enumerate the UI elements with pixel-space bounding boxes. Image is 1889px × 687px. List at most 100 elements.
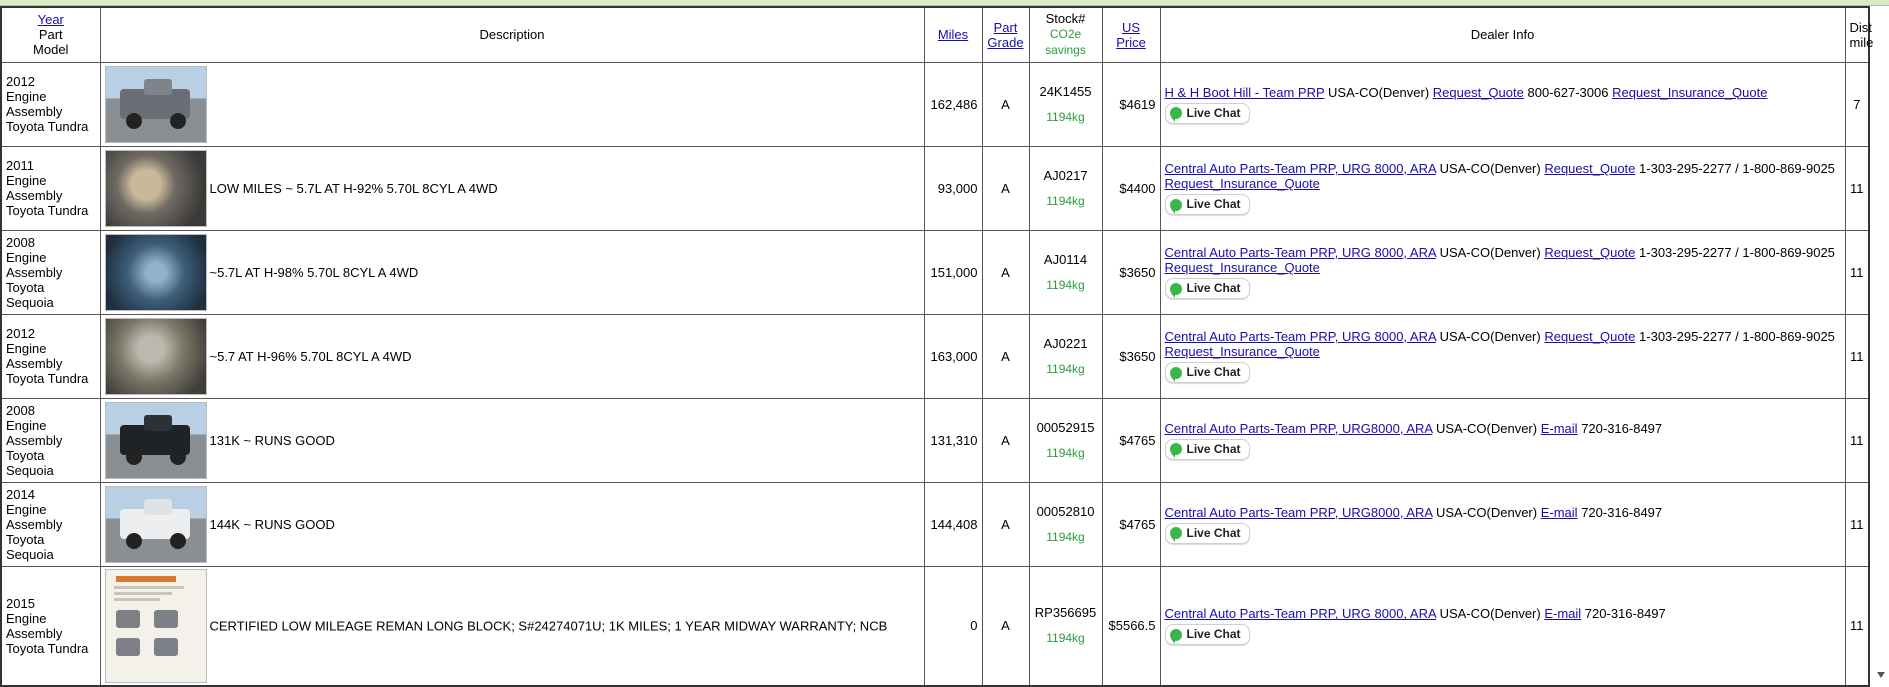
description-cell: LOW MILES ~ 5.7L AT H-92% 5.70L 8CYL A 4… (99, 145, 925, 231)
table-row: 2012 Engine Assembly Toyota Tundra ~5.7 AT … (0, 313, 1870, 399)
live-chat-button[interactable]: Live Chat (1164, 522, 1250, 544)
parts-results-table: Year Part Model Description Miles Part Gr… (0, 6, 1873, 687)
grade-cell: A (981, 61, 1030, 147)
year-part-model-cell: 2008 Engine Assembly Toyota Sequoia (0, 397, 101, 483)
miles-cell: 163,000 (923, 313, 983, 399)
stock-cell: RP356695 1194kg (1028, 565, 1103, 687)
engine-photo-thumbnail[interactable] (104, 317, 207, 395)
suv-photo-thumbnail[interactable] (104, 401, 207, 479)
sort-by-price-link[interactable]: US Price (1116, 20, 1146, 50)
stock-number: AJ0217 (1043, 167, 1088, 183)
request-quote-link[interactable]: Request_Quote (1433, 85, 1524, 100)
dealer-phone: 800-627-3006 (1527, 84, 1609, 100)
dealer-location: USA-CO(Denver) (1435, 504, 1538, 520)
dealer-info-cell: Central Auto Parts-Team PRP, URG 8000, A… (1159, 229, 1846, 315)
header-stock: Stock# CO2e savings (1028, 6, 1103, 63)
header-description: Description (99, 6, 925, 63)
distance-cell: 11 (1844, 397, 1870, 483)
vehicle-model: Toyota Sequoia (6, 447, 54, 478)
live-chat-label: Live Chat (1186, 525, 1241, 540)
stock-number: RP356695 (1034, 605, 1097, 621)
part-type: Engine Assembly (6, 501, 63, 532)
document-photo-thumbnail[interactable] (104, 568, 207, 683)
vehicle-model: Toyota Tundra (6, 640, 89, 656)
engine-photo-thumbnail[interactable] (104, 149, 207, 227)
chat-bubble-icon (1169, 107, 1182, 122)
dealer-phone: 720-316-8497 (1584, 606, 1666, 622)
stock-cell: 24K1455 1194kg (1028, 61, 1103, 147)
year-part-model-cell: 2011 Engine Assembly Toyota Tundra (0, 145, 101, 231)
table-row: 2008 Engine Assembly Toyota Sequoia ~5.7L A… (0, 229, 1870, 315)
live-chat-button[interactable]: Live Chat (1164, 362, 1250, 383)
live-chat-button[interactable]: Live Chat (1164, 194, 1250, 215)
part-year: 2015 (6, 595, 35, 611)
request-insurance-quote-link[interactable]: Request_Insurance_Quote (1165, 176, 1320, 191)
header-dist-line1: Dist (1849, 19, 1872, 35)
dealer-name-link[interactable]: Central Auto Parts-Team PRP, URG 8000, A… (1165, 161, 1436, 176)
request-insurance-quote-link[interactable]: Request_Insurance_Quote (1165, 260, 1320, 275)
price-cell: $4400 (1101, 145, 1161, 231)
header-dist-line2: mile (1849, 34, 1874, 50)
header-year-part-model: Year Part Model (0, 6, 101, 63)
part-type: Engine Assembly (6, 173, 63, 203)
request-quote-link[interactable]: E-mail (1544, 606, 1581, 621)
stock-cell: 00052915 1194kg (1028, 397, 1103, 483)
table-header-row: Year Part Model Description Miles Part Gr… (0, 6, 1873, 63)
dealer-phone: 1-303-295-2277 / 1-800-869-9025 (1639, 161, 1835, 176)
live-chat-button[interactable]: Live Chat (1164, 438, 1250, 460)
part-type: Engine Assembly (6, 610, 63, 641)
part-type: Engine Assembly (6, 417, 63, 448)
request-quote-link[interactable]: Request_Quote (1544, 161, 1635, 176)
grade-cell: A (981, 397, 1030, 483)
live-chat-button[interactable]: Live Chat (1164, 102, 1250, 124)
price-cell: $3650 (1101, 229, 1161, 315)
dealer-name-link[interactable]: Central Auto Parts-Team PRP, URG 8000, A… (1165, 606, 1436, 621)
live-chat-label: Live Chat (1186, 197, 1241, 211)
live-chat-button[interactable]: Live Chat (1164, 278, 1250, 299)
dealer-name-link[interactable]: Central Auto Parts-Team PRP, URG8000, AR… (1165, 421, 1433, 436)
live-chat-button[interactable]: Live Chat (1164, 624, 1250, 646)
header-part-label: Part (38, 27, 63, 43)
sort-by-miles-link[interactable]: Miles (938, 27, 968, 42)
request-quote-link[interactable]: Request_Quote (1544, 329, 1635, 344)
chat-bubble-icon (1169, 366, 1182, 382)
scroll-down-indicator[interactable] (1877, 672, 1885, 678)
grade-link-line2: Grade (987, 34, 1024, 50)
co2-savings: 1194kg (1046, 109, 1085, 124)
table-row: 2015 Engine Assembly Toyota Tundra CERTIFIE… (0, 565, 1870, 687)
live-chat-label: Live Chat (1186, 365, 1241, 379)
dealer-phone: 720-316-8497 (1581, 504, 1663, 520)
miles-cell: 151,000 (923, 229, 983, 315)
miles-cell: 144,408 (923, 481, 983, 567)
live-chat-label: Live Chat (1186, 105, 1241, 120)
dealer-name-link[interactable]: Central Auto Parts-Team PRP, URG8000, AR… (1165, 505, 1433, 520)
vehicle-model: Toyota Tundra (6, 119, 89, 134)
dealer-name-link[interactable]: Central Auto Parts-Team PRP, URG 8000, A… (1165, 329, 1436, 344)
chat-bubble-icon (1169, 443, 1182, 458)
grade-link-line1: Part (993, 19, 1018, 35)
price-cell: $3650 (1101, 313, 1161, 399)
description-cell: 131K ~ RUNS GOOD (99, 397, 925, 483)
header-price: US Price (1101, 6, 1161, 63)
sort-by-year-link[interactable]: Year (38, 12, 64, 27)
request-insurance-quote-link[interactable]: Request_Insurance_Quote (1165, 344, 1320, 359)
description-cell (99, 61, 925, 147)
header-part-grade: Part Grade (981, 6, 1030, 63)
dealer-name-link[interactable]: Central Auto Parts-Team PRP, URG 8000, A… (1165, 245, 1436, 260)
dealer-info-cell: Central Auto Parts-Team PRP, URG 8000, A… (1159, 565, 1846, 687)
request-quote-link[interactable]: Request_Quote (1544, 245, 1635, 260)
co2-savings: 1194kg (1046, 445, 1085, 460)
grade-cell: A (981, 145, 1030, 231)
dealer-name-link[interactable]: H & H Boot Hill - Team PRP (1165, 85, 1325, 100)
truck-photo-thumbnail[interactable] (104, 65, 207, 143)
co2-savings: 1194kg (1046, 631, 1085, 646)
engine-photo-thumbnail[interactable] (104, 233, 207, 311)
request-quote-link[interactable]: E-mail (1541, 505, 1578, 520)
chat-bubble-icon (1169, 282, 1182, 298)
sort-by-grade-link[interactable]: Part Grade (987, 20, 1023, 50)
request-quote-link[interactable]: E-mail (1541, 421, 1578, 436)
suv-photo-thumbnail[interactable] (104, 485, 207, 563)
stock-cell: AJ0114 1194kg (1028, 229, 1103, 315)
description-cell: 144K ~ RUNS GOOD (99, 481, 925, 567)
request-insurance-quote-link[interactable]: Request_Insurance_Quote (1612, 85, 1767, 100)
